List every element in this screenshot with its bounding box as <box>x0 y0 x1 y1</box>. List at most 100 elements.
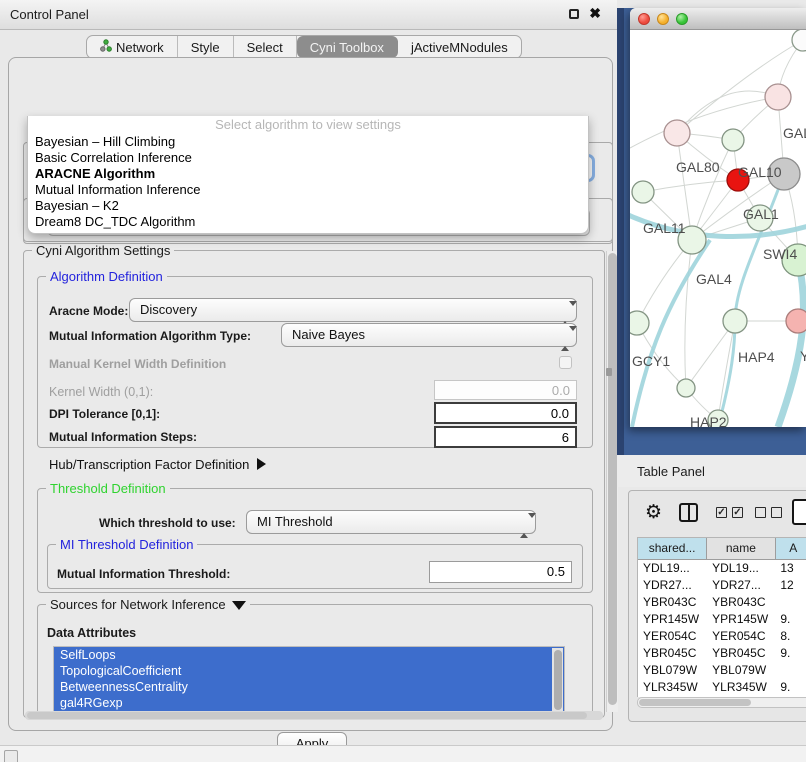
gear-icon[interactable]: ⚙ <box>645 501 662 523</box>
checked-box-icon[interactable]: ✓ <box>716 507 727 518</box>
algorithm-option-dream8-dc-tdc-algorithm[interactable]: Dream8 DC_TDC Algorithm <box>28 214 588 230</box>
data-attributes-label: Data Attributes <box>47 626 136 640</box>
mac-zoom-icon[interactable] <box>676 13 688 25</box>
settings-horizontal-scrollbar[interactable] <box>25 711 603 720</box>
attribute-item-betweennesscentrality[interactable]: BetweennessCentrality <box>54 679 564 695</box>
network-node-hap4[interactable] <box>723 309 747 333</box>
kernel-width-field[interactable]: 0.0 <box>434 380 577 400</box>
aracne-mode-combo[interactable]: Discovery <box>129 298 577 322</box>
network-edge[interactable] <box>685 240 692 388</box>
network-node-gcy1[interactable] <box>630 311 649 335</box>
strip-grip-icon[interactable] <box>4 750 18 762</box>
node-label-gal80: GAL80 <box>676 159 720 175</box>
table-row[interactable]: YDR27...YDR27...12 <box>638 577 806 594</box>
tab-style[interactable]: Style <box>178 36 234 58</box>
algorithm-definition-title: Algorithm Definition <box>46 269 167 284</box>
table-cell: 9. <box>775 611 806 628</box>
column-header-a[interactable]: A <box>776 538 806 559</box>
list-scrollbar[interactable] <box>552 648 563 715</box>
manual-kernel-checkbox[interactable] <box>559 356 572 369</box>
mac-close-icon[interactable] <box>638 13 650 25</box>
table-cell: YBR045C <box>638 645 707 662</box>
algorithm-option-bayesian-k2[interactable]: Bayesian – K2 <box>28 198 588 214</box>
column-header-name[interactable]: name <box>707 538 775 559</box>
checked-box-icon[interactable]: ✓ <box>732 507 743 518</box>
tab-select[interactable]: Select <box>234 36 297 58</box>
table-row[interactable]: YDL19...YDL19...13 <box>638 560 806 577</box>
status-strip <box>0 745 806 762</box>
network-edge[interactable] <box>718 321 735 420</box>
attribute-item-topologicalcoefficient[interactable]: TopologicalCoefficient <box>54 663 564 679</box>
sources-group-title[interactable]: Sources for Network Inference <box>46 597 250 612</box>
table-cell <box>775 662 806 679</box>
close-icon[interactable]: ✖ <box>589 5 601 22</box>
float-window-icon[interactable] <box>569 9 579 19</box>
which-threshold-value: MI Threshold <box>257 514 333 529</box>
table-cell: 8. <box>775 628 806 645</box>
tab-network[interactable]: Network <box>87 36 178 58</box>
control-panel-window: Control Panel ✖ Network Style Select Cyni T… <box>0 0 617 745</box>
attribute-item-selfloops[interactable]: SelfLoops <box>54 647 564 663</box>
algorithm-option-basic-correlation-inference[interactable]: Basic Correlation Inference <box>28 150 588 166</box>
network-node-gal[interactable] <box>765 84 791 110</box>
panel-resize-grip[interactable] <box>606 368 612 376</box>
expanded-arrow-icon <box>232 601 246 610</box>
node-label-gal1: GAL1 <box>743 206 779 222</box>
unchecked-box-icon[interactable] <box>755 507 766 518</box>
mi-threshold-field[interactable]: 0.5 <box>429 561 572 583</box>
network-window-titlebar[interactable] <box>630 8 806 30</box>
network-node[interactable] <box>792 30 806 51</box>
tab-label: Style <box>191 40 220 55</box>
stepper-arrows-icon <box>561 328 569 350</box>
sources-title-text: Sources for Network Inference <box>50 597 226 612</box>
network-edge[interactable] <box>630 97 778 148</box>
table-panel-title: Table Panel <box>637 464 705 479</box>
which-threshold-label: Which threshold to use: <box>99 516 236 530</box>
column-header-shared[interactable]: shared... <box>638 538 707 559</box>
network-canvas[interactable]: GALGAL80GAL10GAL11GAL1SWI4GAL4GCY1HAP4YH… <box>630 30 806 427</box>
table-cell: 12 <box>775 577 806 594</box>
table-row[interactable]: YPR145WYPR145W9. <box>638 611 806 628</box>
network-edge[interactable] <box>643 180 738 192</box>
table-cell: YER054C <box>638 628 707 645</box>
table-cell: YPR145W <box>638 611 707 628</box>
network-node-gal10[interactable] <box>722 129 744 151</box>
dpi-tolerance-field[interactable]: 0.0 <box>434 402 577 424</box>
mac-minimize-icon[interactable] <box>657 13 669 25</box>
table-row[interactable]: YLR345WYLR345W9. <box>638 679 806 696</box>
algorithm-option-aracne-algorithm[interactable]: ARACNE Algorithm <box>28 166 588 182</box>
network-node-y[interactable] <box>786 309 806 333</box>
algorithm-option-bayesian-hill-climbing[interactable]: Bayesian – Hill Climbing <box>28 134 588 150</box>
aracne-mode-value: Discovery <box>140 302 197 317</box>
document-icon[interactable] <box>792 499 806 525</box>
table-row[interactable]: YER054CYER054C8. <box>638 628 806 645</box>
network-edge-highlighted[interactable] <box>778 260 804 427</box>
columns-icon[interactable] <box>679 503 698 522</box>
unchecked-box-icon[interactable] <box>771 507 782 518</box>
table-cell: YBL079W <box>638 662 707 679</box>
table-row[interactable]: YBR043CYBR043C <box>638 594 806 611</box>
network-node-gal80[interactable] <box>664 120 690 146</box>
table-horizontal-scrollbar[interactable] <box>637 697 806 708</box>
table-panel-window: ⚙ ✓ ✓ shared...nameA YDL19...YDL19...13Y… <box>628 490 806 722</box>
manual-kernel-label: Manual Kernel Width Definition <box>49 357 226 371</box>
mi-type-combo[interactable]: Naive Bayes <box>281 323 577 347</box>
table-cell: YDL19... <box>707 560 775 577</box>
table-row[interactable]: YBL079WYBL079W <box>638 662 806 679</box>
hub-definition-expander[interactable]: Hub/Transcription Factor Definition <box>49 457 266 472</box>
tab-jactivemnodules[interactable]: jActiveMNodules <box>398 36 521 58</box>
network-node-gal11[interactable] <box>632 181 654 203</box>
mi-steps-field[interactable]: 6 <box>434 426 577 448</box>
attribute-item-gal4rgexp[interactable]: gal4RGexp <box>54 695 564 711</box>
algorithm-option-mutual-information-inference[interactable]: Mutual Information Inference <box>28 182 588 198</box>
tab-cyni-toolbox[interactable]: Cyni Toolbox <box>297 36 398 58</box>
table-header-row: shared...nameA <box>638 538 806 560</box>
control-panel-titlebar: Control Panel ✖ <box>0 0 617 30</box>
table-row[interactable]: YBR045CYBR045C9. <box>638 645 806 662</box>
network-node-hap2[interactable] <box>677 379 695 397</box>
network-edge[interactable] <box>677 91 778 133</box>
table-cell: YDR27... <box>638 577 707 594</box>
hub-definition-label: Hub/Transcription Factor Definition <box>49 457 249 472</box>
which-threshold-combo[interactable]: MI Threshold <box>246 510 536 534</box>
tab-label: Select <box>247 40 283 55</box>
